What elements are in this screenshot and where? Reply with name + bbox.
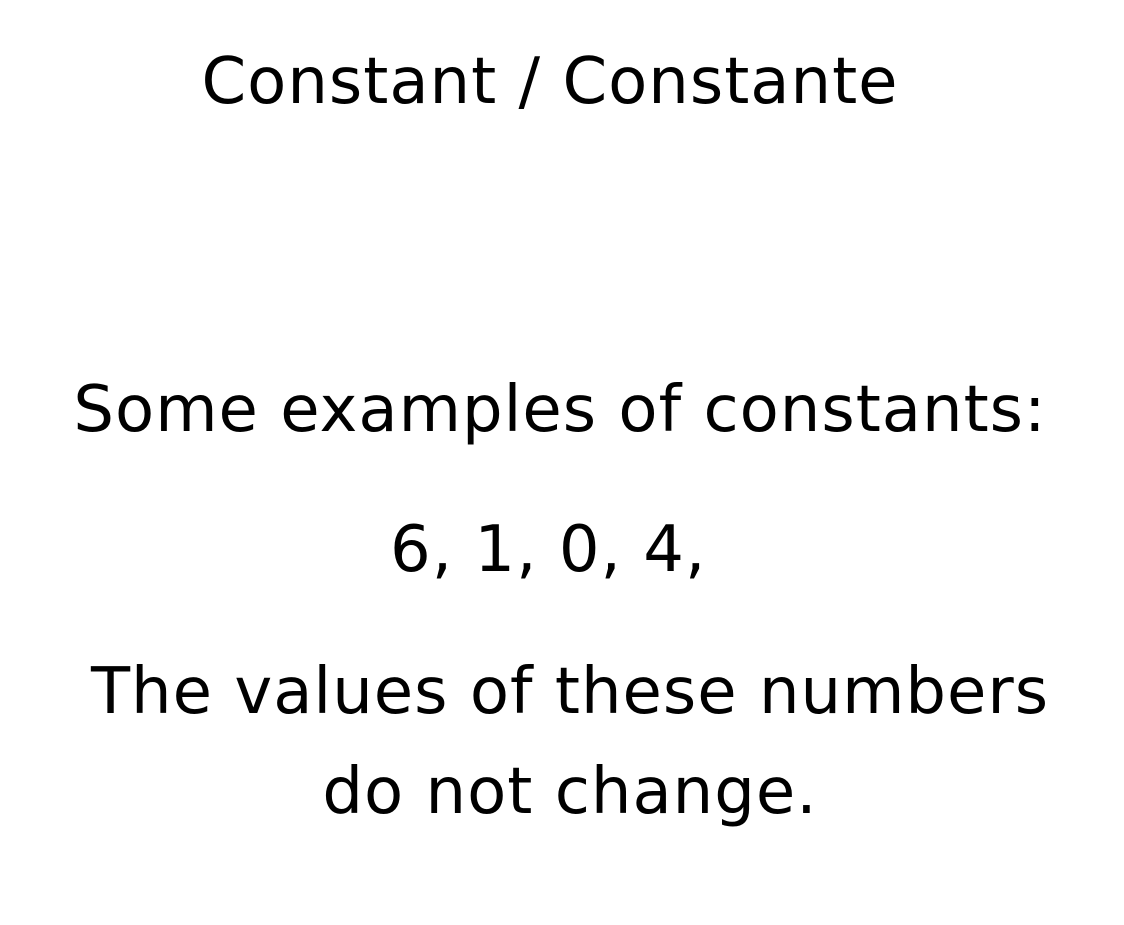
explanation-text: The values of these numbers do not chang… [0, 642, 1124, 842]
slide-title: Constant / Constante [201, 45, 899, 119]
examples-heading: Some examples of constants: [73, 373, 1047, 447]
slide: Constant / Constante Some examples of co… [0, 0, 1124, 925]
explanation-line-1: The values of these numbers [90, 655, 1050, 729]
explanation-line-2: do not change. [322, 755, 818, 829]
constant-examples: 6, 1, 0, 4, [390, 513, 707, 587]
